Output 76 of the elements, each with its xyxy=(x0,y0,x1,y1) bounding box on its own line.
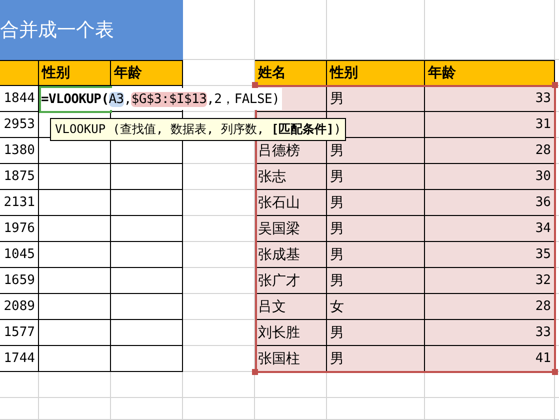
table-cell: 2131 xyxy=(0,190,39,216)
table-cell: 女 xyxy=(327,294,425,320)
table-cell: 刘长胜 xyxy=(255,320,327,346)
empty-cell xyxy=(39,268,111,294)
table-cell: 男 xyxy=(327,320,425,346)
table-cell: 张成基 xyxy=(255,242,327,268)
table-cell: 张国柱 xyxy=(255,346,327,372)
table-cell: 1875 xyxy=(0,164,39,190)
table-cell: 1844 xyxy=(0,86,39,112)
column-header: 性别 xyxy=(327,60,425,86)
table-cell: 1577 xyxy=(0,320,39,346)
table-cell: 2089 xyxy=(0,294,39,320)
empty-cell xyxy=(183,398,255,420)
empty-cell xyxy=(111,294,183,320)
resize-handle[interactable] xyxy=(252,369,258,375)
table-cell: 男 xyxy=(327,164,425,190)
empty-cell xyxy=(39,164,111,190)
table-cell: 张石山 xyxy=(255,190,327,216)
table-cell: 男 xyxy=(327,216,425,242)
empty-cell xyxy=(111,398,183,420)
empty-cell xyxy=(111,268,183,294)
empty-cell xyxy=(39,216,111,242)
empty-cell xyxy=(111,190,183,216)
table-cell: 34 xyxy=(425,216,555,242)
column-header: 性别 xyxy=(39,60,111,86)
sheet-title: 合并成一个表 xyxy=(0,0,183,60)
table-cell: 男 xyxy=(327,86,425,112)
column-header: 年龄 xyxy=(111,60,183,86)
table-cell: 1380 xyxy=(0,138,39,164)
table-cell: 张广才 xyxy=(255,268,327,294)
empty-cell xyxy=(39,346,111,372)
table-cell: 男 xyxy=(327,268,425,294)
column-header: 姓名 xyxy=(255,60,327,86)
empty-cell xyxy=(39,294,111,320)
resize-handle[interactable] xyxy=(552,82,558,88)
table-cell: 1659 xyxy=(0,268,39,294)
empty-cell xyxy=(111,346,183,372)
table-cell: 男 xyxy=(327,346,425,372)
table-cell: 28 xyxy=(425,294,555,320)
table-cell: 33 xyxy=(425,320,555,346)
empty-cell xyxy=(0,398,39,420)
table-cell: 2953 xyxy=(0,112,39,138)
table-cell: 32 xyxy=(425,268,555,294)
empty-cell xyxy=(39,242,111,268)
table-cell: 30 xyxy=(425,164,555,190)
table-cell: 33 xyxy=(425,86,555,112)
empty-cell xyxy=(111,164,183,190)
table-cell: 吕文 xyxy=(255,294,327,320)
table-cell: 41 xyxy=(425,346,555,372)
empty-cell xyxy=(255,398,327,420)
table-cell: 张志 xyxy=(255,164,327,190)
table-cell: 1744 xyxy=(0,346,39,372)
empty-cell xyxy=(39,320,111,346)
empty-cell xyxy=(111,372,183,398)
table-cell: 男 xyxy=(327,242,425,268)
table-cell: 男 xyxy=(327,138,425,164)
table-cell: 35 xyxy=(425,242,555,268)
table-cell: 36 xyxy=(425,190,555,216)
empty-cell xyxy=(111,242,183,268)
empty-cell xyxy=(39,372,111,398)
empty-cell xyxy=(111,320,183,346)
table-cell: 男 xyxy=(327,190,425,216)
column-header: 年龄 xyxy=(425,60,555,86)
resize-handle[interactable] xyxy=(252,82,258,88)
function-tooltip: VLOOKUP (查找值, 数据表, 列序数, [匹配条件]) xyxy=(50,118,346,141)
table-cell: 1045 xyxy=(0,242,39,268)
table-cell: 吴国梁 xyxy=(255,216,327,242)
table-cell: 1976 xyxy=(0,216,39,242)
formula-text[interactable]: =VLOOKUP(A3,$G$3:$I$13,2，FALSE) xyxy=(41,88,282,110)
empty-cell xyxy=(39,190,111,216)
table-cell: 28 xyxy=(425,138,555,164)
empty-cell xyxy=(0,372,39,398)
table-cell: 31 xyxy=(425,112,555,138)
resize-handle[interactable] xyxy=(552,369,558,375)
empty-cell xyxy=(111,216,183,242)
empty-cell xyxy=(39,398,111,420)
